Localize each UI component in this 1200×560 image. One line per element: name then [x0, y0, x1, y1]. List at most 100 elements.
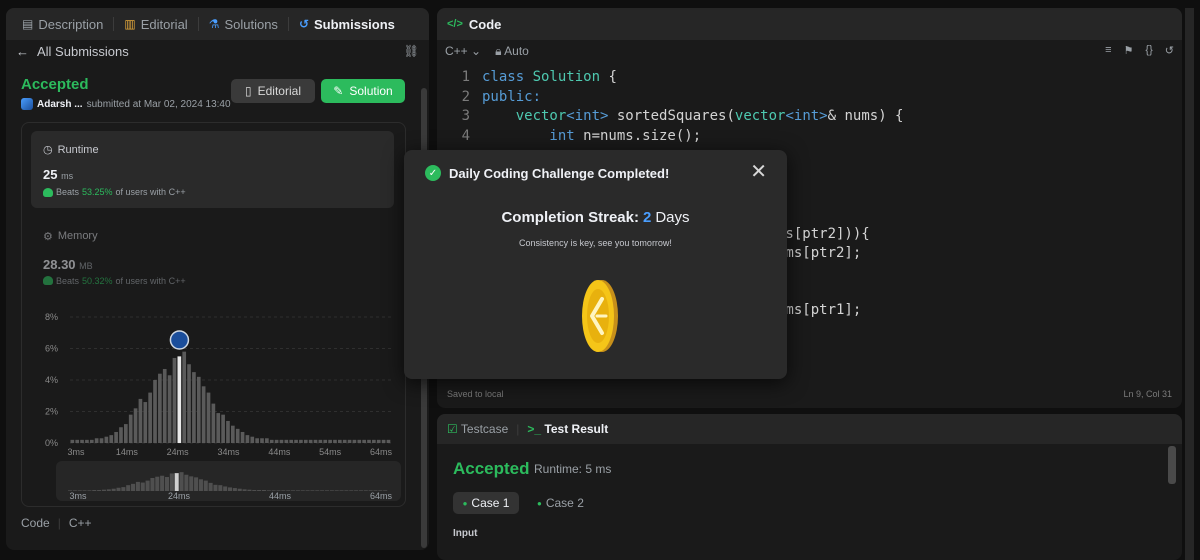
range-bar	[184, 474, 189, 491]
histogram-bar	[226, 420, 230, 443]
histogram-bar	[104, 436, 109, 443]
range-tick-label: 64ms	[370, 491, 393, 501]
beats-icon	[43, 276, 53, 285]
share-link-icon[interactable]: ⛓	[404, 44, 419, 58]
range-bar	[291, 490, 296, 491]
auto-mode-toggle[interactable]: 🔒︎ Auto	[495, 44, 529, 59]
histogram-bar	[158, 373, 162, 443]
tab-testcase[interactable]: ☑ Testcase	[447, 422, 508, 436]
range-bar	[223, 486, 228, 491]
result-scrollbar[interactable]	[1168, 446, 1176, 484]
histogram-bar	[109, 435, 114, 443]
x-tick-label: 54ms	[319, 447, 342, 457]
range-bar	[135, 481, 140, 491]
histogram-bar	[162, 368, 167, 443]
case-1-tab[interactable]: ● Case 1	[453, 492, 519, 514]
histogram-bar	[333, 439, 337, 443]
editor-toolbar: ≡ ⚑ {} ↺	[1105, 44, 1174, 57]
y-tick-label: 2%	[45, 407, 58, 417]
histogram-bar	[221, 414, 225, 443]
range-bar	[111, 488, 116, 491]
histogram-bar	[245, 435, 250, 443]
reset-icon[interactable]: ↺	[1165, 44, 1174, 57]
braces-icon[interactable]: {}	[1145, 44, 1152, 57]
submitted-time: submitted at Mar 02, 2024 13:40	[86, 98, 231, 110]
case-2-tab[interactable]: ● Case 2	[537, 492, 584, 514]
description-icon: ▤	[22, 17, 34, 31]
x-tick-label: 3ms	[67, 447, 85, 457]
histogram-bar	[182, 351, 187, 443]
range-bar	[324, 490, 330, 491]
code-lines[interactable]: 1 class Solution { 2 public: 3 vector<int>…	[437, 68, 904, 146]
range-bar	[247, 489, 252, 491]
cursor-position: Ln 9, Col 31	[1123, 389, 1172, 399]
language-select[interactable]: C++ ⌄	[445, 44, 481, 59]
x-tick-label: 14ms	[116, 447, 139, 457]
range-bar	[363, 490, 368, 491]
range-bar	[87, 490, 92, 491]
runtime-card[interactable]: ◷ Runtime 25 ms Beats 53.25% of users wit…	[31, 131, 394, 208]
tab-description[interactable]: ▤ Description	[16, 8, 109, 40]
bookmark-icon[interactable]: ⚑	[1124, 44, 1134, 57]
runtime-beats: Beats 53.25% of users with C++	[43, 187, 186, 197]
range-bar	[194, 477, 199, 491]
format-icon[interactable]: ≡	[1105, 44, 1111, 57]
histogram-bar	[216, 413, 221, 443]
memory-value: 28.30 MB	[43, 257, 93, 272]
range-bar	[354, 490, 359, 491]
runtime-range-slider[interactable]: 3ms 24ms 44ms 64ms	[56, 461, 401, 501]
range-bar	[305, 490, 310, 491]
submissions-panel: ▤ Description ▥ Editorial ⚗ Solutions ↺ Subm…	[6, 8, 429, 550]
memory-card[interactable]: ⚙ Memory 28.30 MB Beats 50.32% of users w…	[31, 222, 394, 292]
range-bar	[203, 480, 208, 491]
histogram-bar	[323, 439, 328, 443]
username[interactable]: Adarsh ...	[37, 99, 83, 110]
histogram-bar	[318, 439, 323, 443]
range-tick-label: 44ms	[269, 491, 292, 501]
tab-test-result[interactable]: >_ Test Result	[527, 422, 608, 436]
histogram-bar	[201, 386, 206, 443]
range-bar	[106, 489, 111, 491]
code-fragment: ums[ptr2];	[777, 245, 862, 261]
range-bar	[228, 487, 233, 491]
memory-title: Memory	[57, 230, 98, 242]
histogram-bar	[172, 357, 177, 443]
runtime-distribution-chart[interactable]: 8% 6% 4% 2% 0% 3ms 14ms 24ms 34ms 44ms 54ms 64ms	[36, 304, 398, 459]
histogram-bar	[265, 438, 269, 443]
tab-code[interactable]: Code	[469, 17, 502, 32]
range-bar	[295, 490, 300, 491]
histogram-bar	[347, 439, 352, 443]
page-scrollbar[interactable]	[1185, 8, 1194, 560]
all-submissions-link[interactable]: ← All Submissions	[16, 44, 129, 59]
editorial-button[interactable]: ▯ Editorial	[231, 79, 315, 103]
avatar[interactable]	[21, 98, 33, 110]
code-fragment: ms[ptr2])){	[777, 226, 870, 242]
histogram-bar	[367, 439, 371, 443]
tab-editorial[interactable]: ▥ Editorial	[118, 8, 193, 40]
result-runtime: Runtime: 5 ms	[534, 462, 612, 476]
histogram-bar	[94, 438, 99, 443]
range-bar	[164, 477, 170, 491]
histogram-bar	[279, 439, 284, 443]
range-bar	[237, 488, 242, 491]
histogram-bar	[192, 372, 196, 443]
range-bar	[126, 485, 131, 491]
histogram-bar	[338, 439, 342, 443]
tab-solutions[interactable]: ⚗ Solutions	[203, 8, 284, 40]
left-tabbar: ▤ Description ▥ Editorial ⚗ Solutions ↺ Subm…	[6, 8, 429, 40]
histogram-bar	[328, 439, 332, 443]
histogram-bar	[235, 428, 240, 443]
tab-submissions[interactable]: ↺ Submissions	[293, 8, 401, 40]
histogram-bar	[85, 439, 89, 443]
histogram-bar	[119, 427, 123, 443]
histogram-bar	[289, 439, 294, 443]
range-bar	[310, 490, 315, 491]
histogram-bar	[284, 439, 289, 443]
range-bar	[329, 490, 334, 491]
code-line: 1 class Solution {	[461, 69, 617, 85]
close-icon[interactable]: ✕	[750, 162, 767, 182]
submission-meta: Adarsh ... submitted at Mar 02, 2024 13:…	[21, 98, 231, 110]
memory-chip-icon: ⚙	[43, 231, 53, 243]
solution-button[interactable]: ✎ Solution	[321, 79, 405, 103]
histogram-bar	[376, 439, 381, 443]
